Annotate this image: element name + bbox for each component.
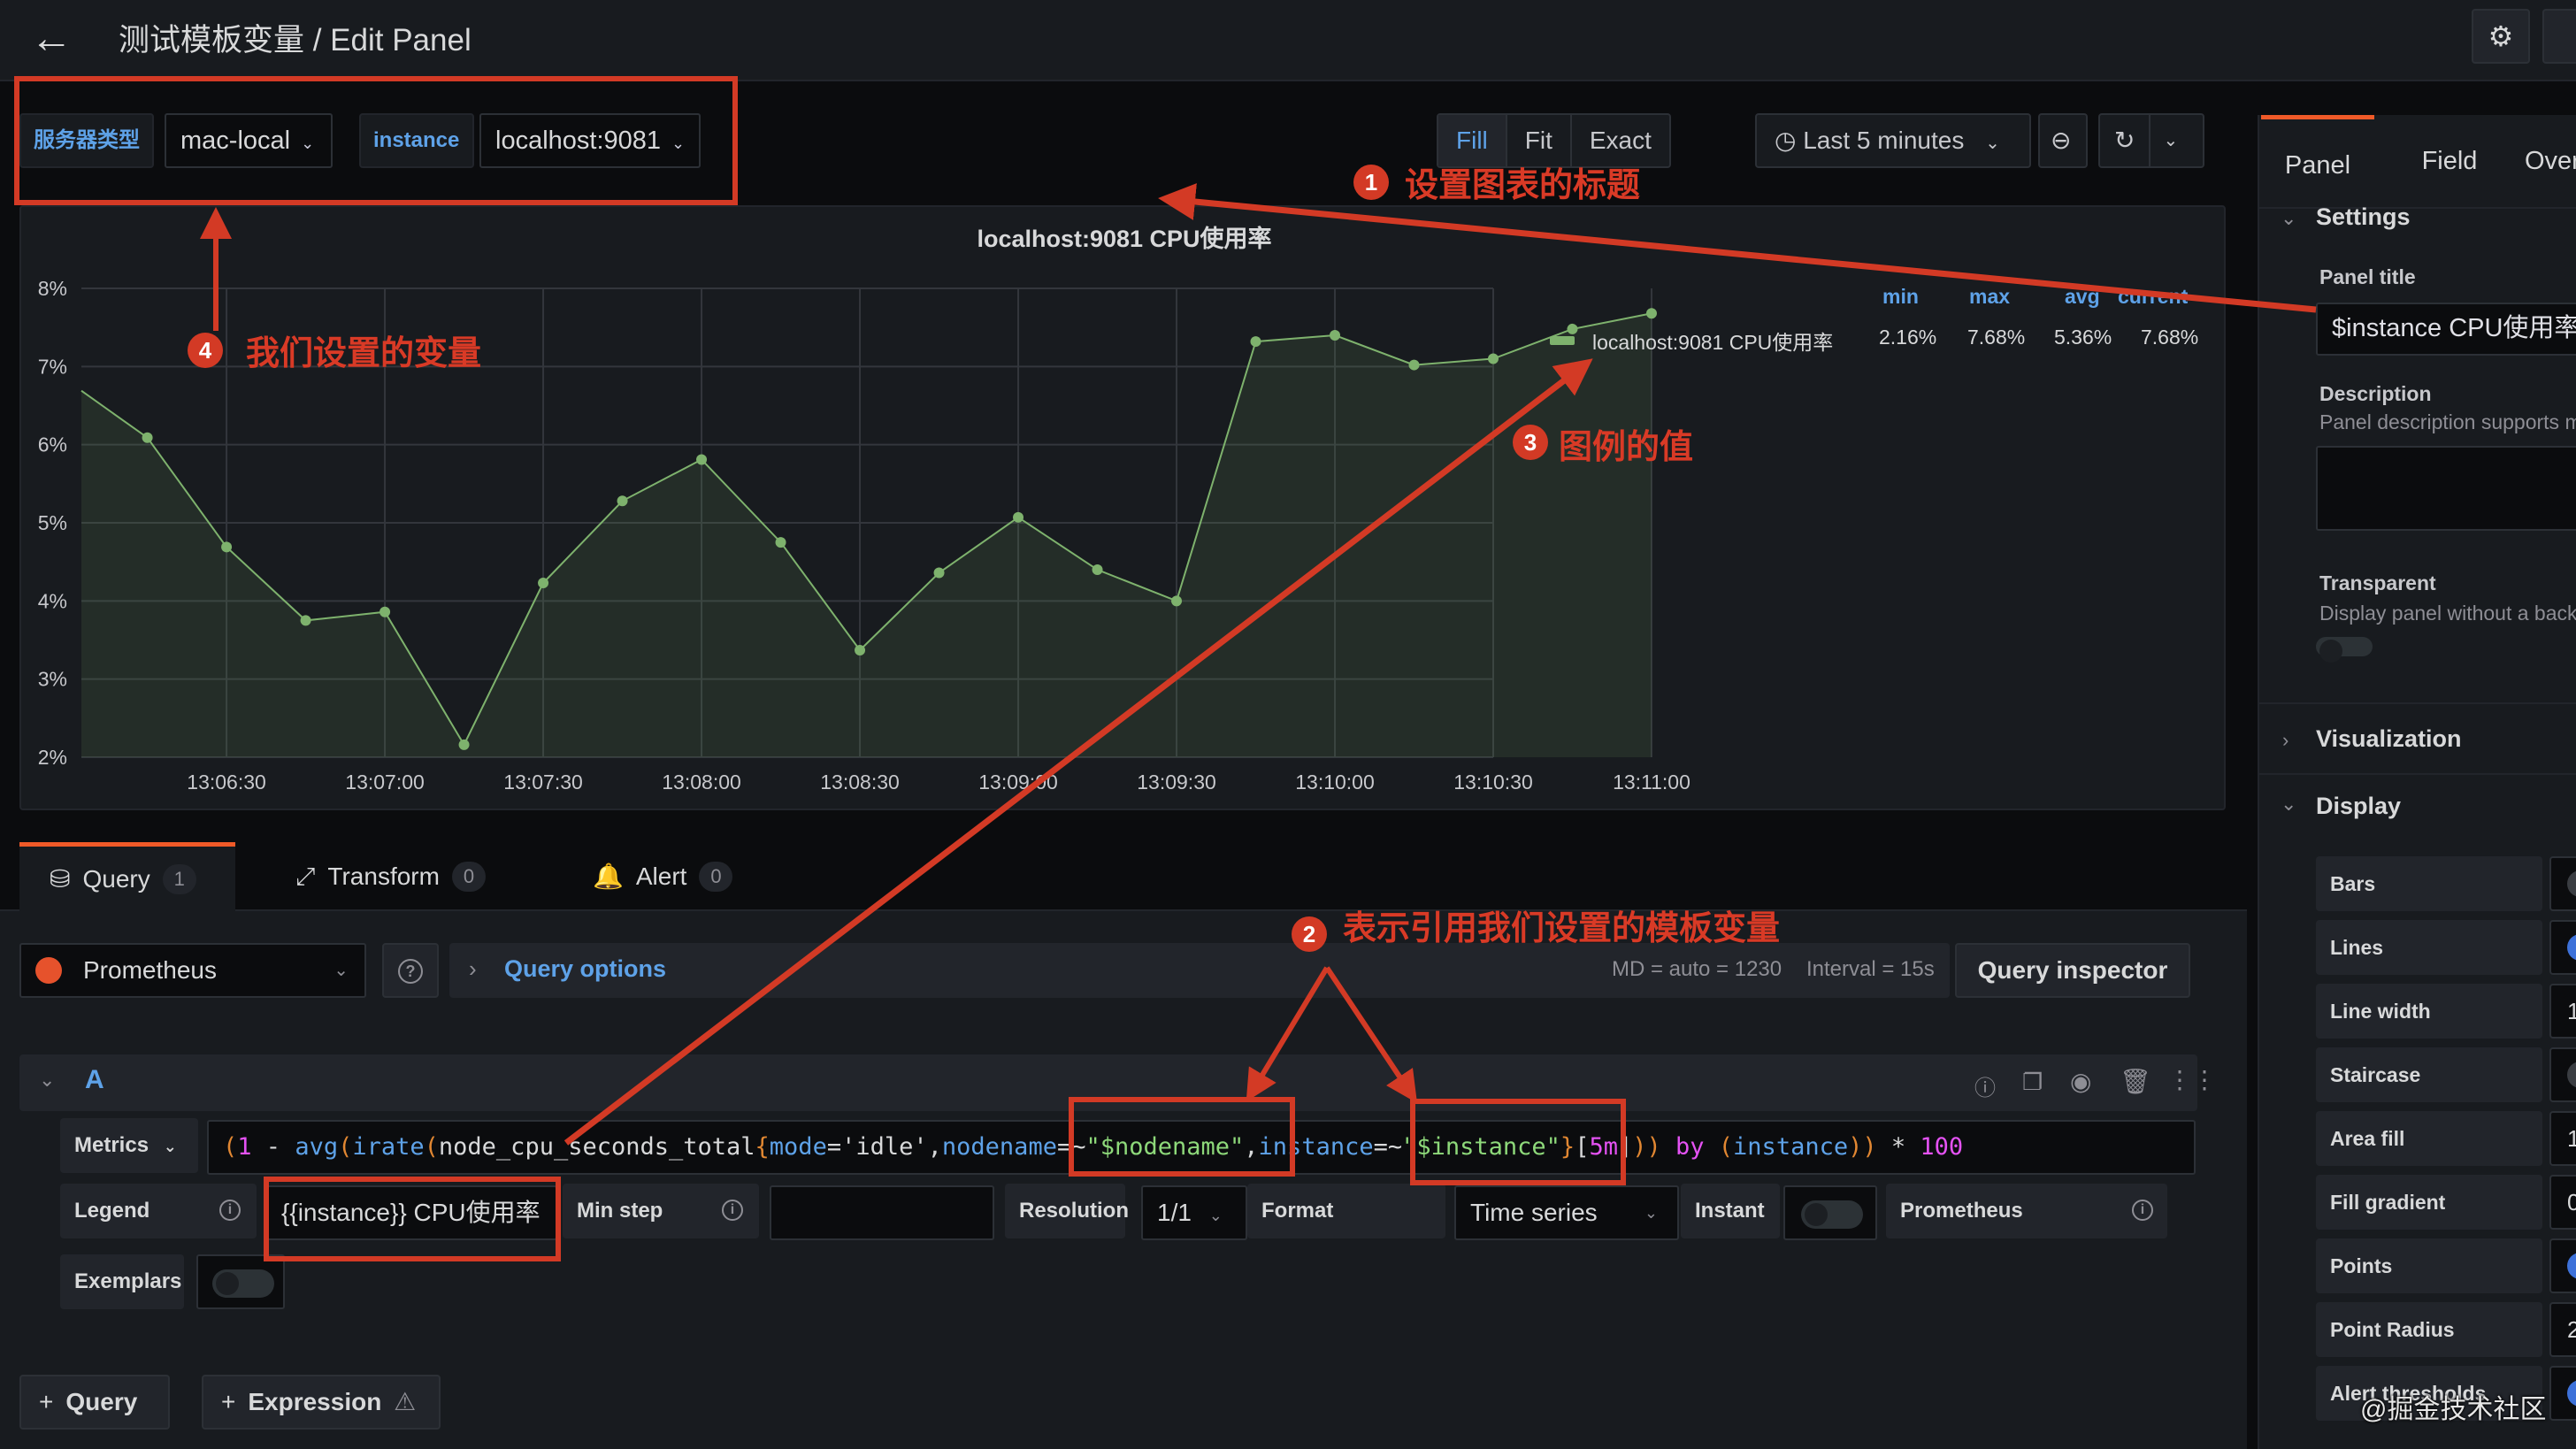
annotation-box-variables	[14, 76, 738, 205]
annotation-box-nodename	[1069, 1097, 1295, 1177]
annotation-number-2: 2	[1292, 916, 1327, 952]
annotation-number-1: 1	[1353, 165, 1389, 200]
annotation-arrow-1	[1158, 183, 2317, 313]
annotation-box-legend	[264, 1177, 561, 1261]
annotation-text-2: 表示引用我们设置的模板变量	[1343, 910, 1781, 947]
annotation-arrow-2a	[1246, 966, 1330, 1102]
annotation-number-3: 3	[1513, 425, 1548, 460]
annotation-text-4: 我们设置的变量	[246, 335, 482, 372]
annotation-number-4: 4	[188, 333, 223, 368]
watermark: @掘金技术社区	[2360, 1395, 2547, 1424]
annotation-arrow-2b	[1324, 966, 1417, 1103]
annotation-arrow-3	[564, 358, 1593, 1146]
annotation-box-instance	[1410, 1099, 1626, 1185]
annotation-text-3: 图例的值	[1559, 429, 1694, 466]
annotation-text-1: 设置图表的标题	[1405, 167, 1641, 204]
